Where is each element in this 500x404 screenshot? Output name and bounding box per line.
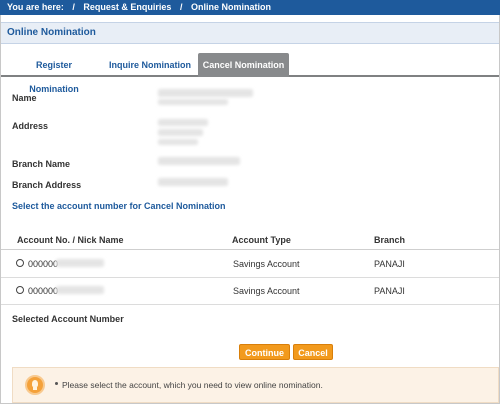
selected-account-label: Selected Account Number (12, 314, 124, 324)
redacted-branch-address (158, 178, 228, 186)
info-note-text: Please select the account, which you nee… (62, 380, 323, 390)
lightbulb-icon (25, 375, 45, 395)
redacted-address (158, 129, 203, 136)
column-header-branch: Branch (374, 235, 406, 245)
branch-name-label: Branch Name (12, 159, 71, 169)
breadcrumb-item-request-enquiries[interactable]: Request & Enquiries (83, 0, 171, 15)
account-branch: PANAJI (374, 286, 405, 296)
page-title: Online Nomination (1, 22, 499, 44)
account-type: Savings Account (233, 286, 300, 296)
column-header-account-type: Account Type (232, 235, 291, 245)
account-number: 000000 (28, 286, 59, 296)
breadcrumb-prefix: You are here: (7, 2, 64, 12)
account-radio[interactable] (16, 286, 24, 294)
branch-address-label: Branch Address (12, 180, 82, 190)
breadcrumb-separator: / (72, 2, 75, 12)
redacted-account-number (56, 259, 104, 267)
select-account-instruction: Select the account number for Cancel Nom… (12, 201, 226, 211)
tab-inquire-nomination[interactable]: Inquire Nomination (109, 53, 191, 77)
account-type: Savings Account (233, 259, 300, 269)
address-label: Address (12, 121, 49, 131)
accounts-table-header: Account No. / Nick Name Account Type Bra… (1, 230, 499, 250)
cancel-button[interactable]: Cancel (293, 344, 333, 360)
continue-button[interactable]: Continue (239, 344, 290, 360)
name-label: Name (12, 93, 37, 103)
tab-register-nomination[interactable]: Register Nomination (11, 53, 97, 94)
redacted-address (158, 119, 208, 126)
table-row: 000000 Savings Account PANAJI (1, 278, 499, 305)
redacted-account-number (56, 286, 104, 294)
nomination-tabs: Register Nomination Inquire Nomination C… (1, 53, 499, 94)
table-row: 000000 Savings Account PANAJI (1, 251, 499, 278)
account-branch: PANAJI (374, 259, 405, 269)
column-header-account: Account No. / Nick Name (17, 235, 124, 245)
breadcrumb-item-online-nomination: Online Nomination (190, 2, 271, 12)
redacted-address (158, 139, 198, 145)
redacted-branch-name (158, 157, 240, 165)
bullet-icon (55, 382, 58, 385)
breadcrumb: You are here: / Request & Enquiries / On… (0, 0, 500, 15)
account-number: 000000 (28, 259, 59, 269)
tab-cancel-nomination[interactable]: Cancel Nomination (198, 53, 289, 77)
redacted-name (158, 89, 253, 97)
breadcrumb-separator: / (179, 2, 183, 12)
redacted-name (158, 99, 228, 105)
info-note: Please select the account, which you nee… (12, 367, 499, 403)
account-radio[interactable] (16, 259, 24, 267)
